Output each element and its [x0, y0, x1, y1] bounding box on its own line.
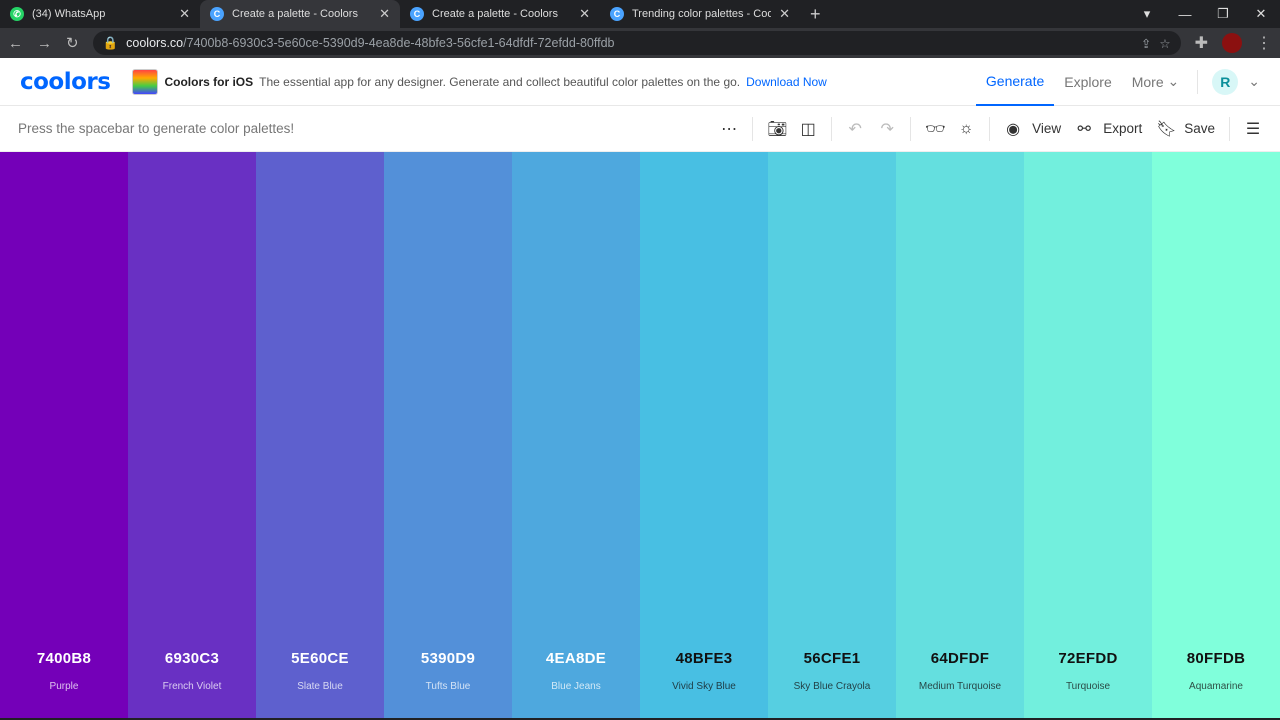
swatch-name: Blue Jeans [551, 681, 601, 692]
redo-icon[interactable]: ↷ [878, 119, 896, 139]
color-swatch[interactable]: 4EA8DE Blue Jeans [512, 152, 640, 718]
save-button[interactable]: 🔖︎ Save [1156, 119, 1215, 139]
swatch-hex[interactable]: 4EA8DE [546, 650, 606, 667]
layout-icon[interactable]: ◫ [799, 119, 817, 139]
browser-tab[interactable]: CTrending color palettes - Coolors✕ [600, 0, 800, 28]
maximize-button[interactable]: ❐ [1204, 6, 1242, 22]
swatch-hex[interactable]: 72EFDD [1058, 650, 1117, 667]
swatch-name: Purple [49, 681, 79, 692]
swatch-hex[interactable]: 80FFDB [1187, 650, 1245, 667]
swatch-hex[interactable]: 64DFDF [931, 650, 989, 667]
more-options-icon[interactable]: ⋯ [720, 119, 738, 139]
address-bar-row: ← → ↻ 🔒 coolors.co/7400b8-6930c3-5e60ce-5… [0, 28, 1280, 58]
tab-strip: ✆ (34) WhatsApp ✕ C Create a palette - Cool… [0, 0, 1280, 28]
color-swatch[interactable]: 5E60CE Slate Blue [256, 152, 384, 718]
color-swatch[interactable]: 56CFE1 Sky Blue Crayola [768, 152, 896, 718]
swatch-name: Aquamarine [1189, 681, 1243, 692]
swatch-hex[interactable]: 6930C3 [165, 650, 219, 667]
share-nodes-icon: ⚯ [1077, 120, 1091, 138]
tab-search-icon[interactable]: ▾ [1128, 6, 1166, 22]
account-chevron-icon[interactable]: ⌄ [1248, 73, 1260, 90]
reload-icon[interactable]: ↻ [66, 34, 79, 52]
close-tab-icon[interactable]: ✕ [779, 6, 790, 22]
coolors-icon: C [210, 7, 224, 21]
coolors-icon: C [610, 7, 624, 21]
minimize-button[interactable]: — [1166, 7, 1204, 22]
hamburger-menu-icon[interactable]: ☰ [1244, 119, 1262, 139]
coolors-logo[interactable]: coolors [20, 69, 111, 95]
browser-tab-active[interactable]: C Create a palette - Coolors ✕ [200, 0, 400, 28]
spacebar-hint: Press the spacebar to generate color pal… [18, 121, 295, 136]
export-button[interactable]: ⚯ Export [1075, 119, 1142, 139]
color-swatch[interactable]: 7400B8 Purple [0, 152, 128, 718]
sun-icon[interactable]: ☼ [957, 120, 975, 138]
close-tab-icon[interactable]: ✕ [579, 6, 590, 22]
color-swatch[interactable]: 64DFDF Medium Turquoise [896, 152, 1024, 718]
close-tab-icon[interactable]: ✕ [379, 6, 390, 22]
nav-generate[interactable]: Generate [975, 58, 1055, 106]
undo-icon[interactable]: ↶ [846, 119, 864, 139]
color-swatch[interactable]: 80FFDB Aquamarine [1152, 152, 1280, 718]
browser-menu-icon[interactable]: ⋮ [1256, 33, 1272, 53]
nav-more[interactable]: More ⌄ [1122, 58, 1190, 106]
swatch-name: Slate Blue [297, 681, 343, 692]
color-swatch[interactable]: 48BFE3 Vivid Sky Blue [640, 152, 768, 718]
download-now-link[interactable]: Download Now [746, 75, 827, 89]
swatch-name: Turquoise [1065, 681, 1111, 692]
profile-avatar[interactable] [1222, 33, 1242, 53]
browser-tab[interactable]: ✆ (34) WhatsApp ✕ [0, 0, 200, 28]
browser-tab[interactable]: C Create a palette - Coolors ✕ [400, 0, 600, 28]
color-swatch[interactable]: 5390D9 Tufts Blue [384, 152, 512, 718]
url-field[interactable]: 🔒 coolors.co/7400b8-6930c3-5e60ce-5390d9-… [92, 31, 1181, 55]
swatch-name: French Violet [162, 681, 222, 692]
user-avatar[interactable]: R [1212, 68, 1239, 95]
close-tab-icon[interactable]: ✕ [179, 6, 190, 22]
swatch-name: Medium Turquoise [918, 681, 1002, 692]
swatch-hex[interactable]: 5390D9 [421, 650, 475, 667]
camera-icon[interactable]: 📷︎ [767, 119, 787, 139]
generator-toolbar: Press the spacebar to generate color pal… [0, 106, 1280, 152]
color-swatch[interactable]: 6930C3 French Violet [128, 152, 256, 718]
eye-icon: ◉ [1006, 120, 1021, 138]
swatch-name: Tufts Blue [425, 681, 471, 692]
back-icon[interactable]: ← [8, 35, 23, 52]
swatch-name: Vivid Sky Blue [672, 681, 736, 692]
close-window-button[interactable]: ✕ [1242, 6, 1280, 22]
ios-promo: Coolors for iOS The essential app for any… [164, 74, 827, 89]
swatch-name: Sky Blue Crayola [793, 681, 871, 692]
glasses-icon[interactable]: 👓︎ [925, 119, 945, 139]
lock-icon: 🔒 [102, 35, 119, 50]
bookmark-icon: 🔖︎ [1156, 120, 1177, 138]
swatch-hex[interactable]: 48BFE3 [676, 650, 733, 667]
share-icon[interactable]: ⇪ [1141, 36, 1151, 51]
coolors-icon: C [410, 7, 424, 21]
swatch-hex[interactable]: 7400B8 [37, 650, 91, 667]
swatch-hex[interactable]: 5E60CE [291, 650, 349, 667]
whatsapp-icon: ✆ [10, 7, 24, 21]
view-button[interactable]: ◉ View [1004, 119, 1061, 139]
swatch-hex[interactable]: 56CFE1 [804, 650, 861, 667]
bookmark-star-icon[interactable]: ☆ [1159, 36, 1170, 51]
color-swatch[interactable]: 72EFDD Turquoise [1024, 152, 1152, 718]
chevron-down-icon: ⌄ [1167, 73, 1180, 89]
site-header: coolors Coolors for iOS The essential app… [0, 58, 1280, 106]
new-tab-button[interactable]: + [810, 4, 821, 25]
ios-app-image [132, 68, 159, 95]
forward-icon[interactable]: → [37, 35, 52, 52]
extensions-icon[interactable]: ✚ [1195, 33, 1208, 53]
nav-explore[interactable]: Explore [1054, 58, 1121, 106]
color-palette: 7400B8 Purple 6930C3 French Violet 5E60CE Sla… [0, 152, 1280, 718]
